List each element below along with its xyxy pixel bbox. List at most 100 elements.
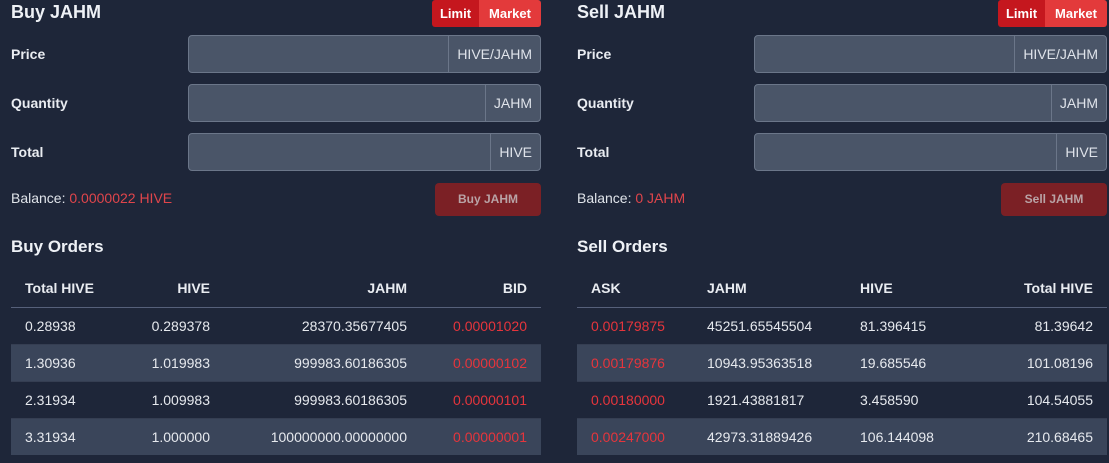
buy-price-label: Price [11, 46, 46, 62]
column-header: Total HIVE [976, 270, 1107, 308]
total-hive-cell: 101.08196 [976, 343, 1107, 381]
hive-cell: 1.009983 [129, 380, 224, 418]
buy-quantity-row: Quantity JAHM [11, 84, 541, 122]
table-row[interactable]: 0.00179875 45251.65545504 81.396415 81.3… [577, 306, 1107, 344]
sell-panel: Sell JAHM Limit Market Price HIVE/JAHM Q… [577, 0, 1107, 463]
sell-quantity-row: Quantity JAHM [577, 84, 1107, 122]
buy-limit-tab[interactable]: Limit [432, 0, 479, 27]
total-hive-cell: 210.68465 [976, 417, 1107, 455]
hive-cell: 3.458590 [846, 380, 976, 418]
jahm-cell: 1921.43881817 [693, 380, 846, 418]
jahm-cell: 100000000.00000000 [224, 417, 421, 455]
total-hive-cell: 3.31934 [11, 417, 129, 455]
column-header: HIVE [129, 270, 224, 308]
ask-cell[interactable]: 0.00179876 [577, 343, 693, 381]
jahm-cell: 999983.60186305 [224, 343, 421, 381]
jahm-cell: 45251.65545504 [693, 306, 846, 344]
buy-balance-value[interactable]: 0.0000022 HIVE [69, 190, 172, 206]
total-hive-cell: 1.30936 [11, 343, 129, 381]
table-row[interactable]: 0.00180000 1921.43881817 3.458590 104.54… [577, 380, 1107, 418]
bid-cell[interactable]: 0.00000102 [421, 343, 541, 381]
table-row[interactable]: 0.00247000 42973.31889426 106.144098 210… [577, 417, 1107, 455]
sell-quantity-input[interactable] [755, 85, 1051, 121]
sell-price-input[interactable] [755, 36, 1015, 72]
buy-quantity-label: Quantity [11, 95, 68, 111]
buy-price-group: HIVE/JAHM [188, 35, 541, 73]
sell-orders-table: ASK JAHM HIVE Total HIVE 0.00179875 4525… [577, 270, 1107, 455]
total-hive-cell: 81.39642 [976, 306, 1107, 344]
buy-total-group: HIVE [188, 133, 541, 171]
hive-cell: 1.000000 [129, 417, 224, 455]
table-row[interactable]: 0.28938 0.289378 28370.35677405 0.000010… [11, 306, 541, 344]
jahm-cell: 28370.35677405 [224, 306, 421, 344]
buy-title: Buy JAHM [11, 2, 102, 22]
total-hive-cell: 2.31934 [11, 380, 129, 418]
buy-price-unit: HIVE/JAHM [448, 36, 540, 72]
sell-market-tab[interactable]: Market [1045, 0, 1107, 27]
table-row[interactable]: 0.00179876 10943.95363518 19.685546 101.… [577, 343, 1107, 381]
buy-orders-title: Buy Orders [11, 237, 104, 256]
buy-balance-label: Balance: [11, 190, 66, 206]
sell-balance-value[interactable]: 0 JAHM [635, 190, 685, 206]
hive-cell: 19.685546 [846, 343, 976, 381]
column-header: Total HIVE [11, 270, 129, 308]
column-header: ASK [577, 270, 693, 308]
sell-submit-button[interactable]: Sell JAHM [1001, 183, 1107, 216]
sell-quantity-unit: JAHM [1050, 85, 1106, 121]
table-row[interactable]: 3.31934 1.000000 100000000.00000000 0.00… [11, 417, 541, 455]
hive-cell: 0.289378 [129, 306, 224, 344]
buy-quantity-group: JAHM [188, 84, 541, 122]
buy-price-row: Price HIVE/JAHM [11, 35, 541, 73]
buy-price-input[interactable] [189, 36, 449, 72]
buy-total-input[interactable] [189, 134, 491, 170]
ask-cell[interactable]: 0.00179875 [577, 306, 693, 344]
buy-orders-table: Total HIVE HIVE JAHM BID 0.28938 0.28937… [11, 270, 541, 455]
buy-quantity-input[interactable] [189, 85, 485, 121]
buy-market-tab[interactable]: Market [479, 0, 541, 27]
sell-total-row: Total HIVE [577, 133, 1107, 171]
jahm-cell: 999983.60186305 [224, 380, 421, 418]
buy-quantity-unit: JAHM [484, 85, 540, 121]
sell-balance-label: Balance: [577, 190, 632, 206]
sell-price-row: Price HIVE/JAHM [577, 35, 1107, 73]
buy-total-label: Total [11, 144, 44, 160]
table-row[interactable]: 1.30936 1.019983 999983.60186305 0.00000… [11, 343, 541, 381]
buy-total-row: Total HIVE [11, 133, 541, 171]
ask-cell[interactable]: 0.00247000 [577, 417, 693, 455]
bid-cell[interactable]: 0.00000101 [421, 380, 541, 418]
total-hive-cell: 104.54055 [976, 380, 1107, 418]
sell-limit-tab[interactable]: Limit [998, 0, 1045, 27]
buy-order-type-toggle: Limit Market [432, 0, 541, 27]
bid-cell[interactable]: 0.00000001 [421, 417, 541, 455]
buy-total-unit: HIVE [490, 134, 540, 170]
sell-total-unit: HIVE [1056, 134, 1106, 170]
sell-total-label: Total [577, 144, 610, 160]
bid-cell[interactable]: 0.00001020 [421, 306, 541, 344]
column-header: HIVE [846, 270, 976, 308]
column-header: BID [421, 270, 541, 308]
hive-cell: 1.019983 [129, 343, 224, 381]
buy-panel: Buy JAHM Limit Market Price HIVE/JAHM Qu… [11, 0, 541, 463]
sell-quantity-group: JAHM [754, 84, 1107, 122]
jahm-cell: 42973.31889426 [693, 417, 846, 455]
buy-submit-button[interactable]: Buy JAHM [435, 183, 541, 216]
table-header-row: Total HIVE HIVE JAHM BID [11, 270, 541, 308]
sell-title: Sell JAHM [577, 2, 666, 22]
table-row[interactable]: 2.31934 1.009983 999983.60186305 0.00000… [11, 380, 541, 418]
sell-price-unit: HIVE/JAHM [1014, 36, 1106, 72]
jahm-cell: 10943.95363518 [693, 343, 846, 381]
table-header-row: ASK JAHM HIVE Total HIVE [577, 270, 1107, 308]
sell-price-label: Price [577, 46, 612, 62]
ask-cell[interactable]: 0.00180000 [577, 380, 693, 418]
sell-orders-title: Sell Orders [577, 237, 668, 256]
column-header: JAHM [224, 270, 421, 308]
sell-order-type-toggle: Limit Market [998, 0, 1107, 27]
hive-cell: 81.396415 [846, 306, 976, 344]
sell-total-group: HIVE [754, 133, 1107, 171]
sell-total-input[interactable] [755, 134, 1057, 170]
sell-balance: Balance: 0 JAHM [577, 190, 685, 206]
hive-cell: 106.144098 [846, 417, 976, 455]
sell-quantity-label: Quantity [577, 95, 634, 111]
total-hive-cell: 0.28938 [11, 306, 129, 344]
buy-balance: Balance: 0.0000022 HIVE [11, 190, 172, 206]
